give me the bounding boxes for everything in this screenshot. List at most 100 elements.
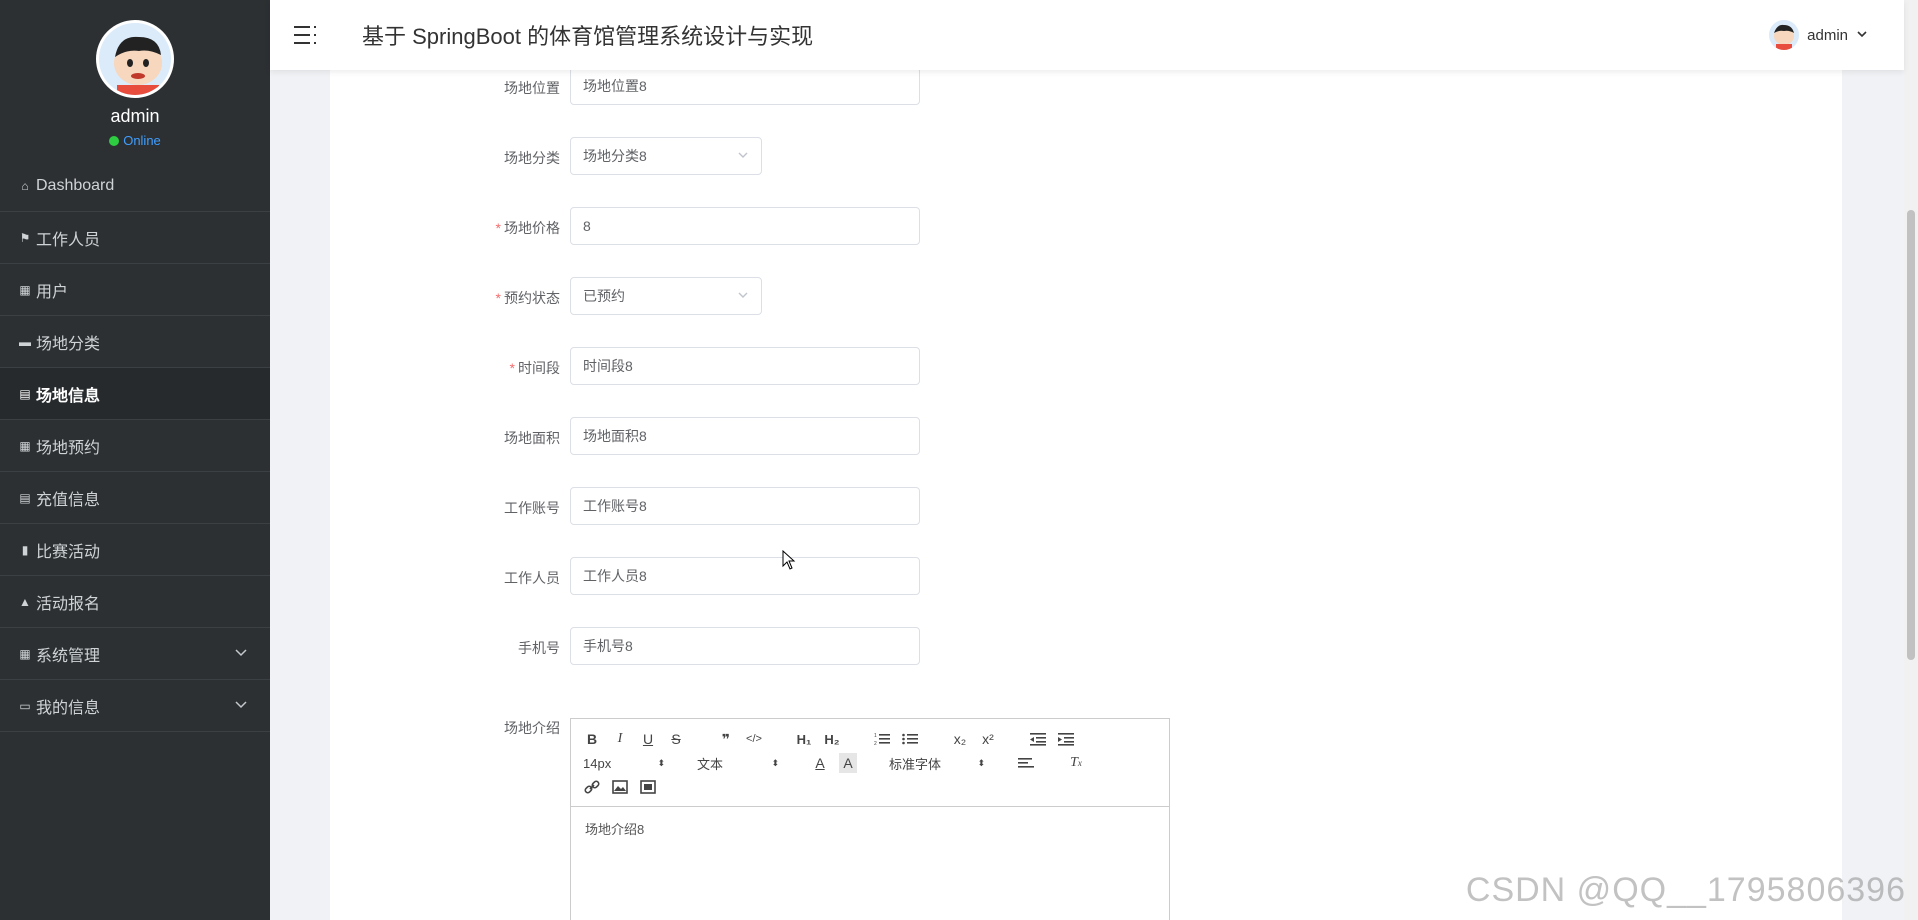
form-row-price: * 场地价格 8 <box>330 207 1842 247</box>
user-menu[interactable]: admin <box>1769 20 1868 50</box>
status-label: * 预约状态 <box>330 288 560 308</box>
bullet-list-icon[interactable] <box>901 729 919 749</box>
heading-2-icon[interactable]: H₂ <box>823 729 841 749</box>
form-row-staff-account: 工作账号 工作账号8 <box>330 487 1842 527</box>
link-icon[interactable] <box>583 777 601 797</box>
online-dot-icon <box>109 135 120 146</box>
required-mark: * <box>495 290 501 306</box>
clipboard-icon: ▤ <box>19 490 31 505</box>
editor-content[interactable]: 场地介绍8 <box>571 807 1169 850</box>
sidebar-item-recharge[interactable]: ▤ 充值信息 <box>0 472 270 524</box>
sidebar-item-dashboard[interactable]: ⌂ Dashboard <box>0 160 270 212</box>
main-content: 场地位置 场地位置8 场地分类 场地分类8 * 场地价格 8 * 预约状态 已预约 <box>270 67 1904 920</box>
sidebar-item-label: 比赛活动 <box>36 543 101 561</box>
font-family-select[interactable]: 标准字体 ⬍ <box>889 754 985 773</box>
sidebar-item-system[interactable]: ▦ 系统管理 <box>0 628 270 680</box>
sidebar-menu: ⌂ Dashboard ⚑ 工作人员 ▦ 用户 ▬ 场地分类 ▤ 场地信息 ▦ … <box>0 160 270 732</box>
sidebar-item-activity-signup[interactable]: ▲ 活动报名 <box>0 576 270 628</box>
image-icon[interactable] <box>611 777 629 797</box>
heading-1-icon[interactable]: H₁ <box>795 729 813 749</box>
italic-icon[interactable]: I <box>611 729 629 749</box>
sidebar: admin Online ⌂ Dashboard ⚑ 工作人员 ▦ 用户 ▬ 场… <box>0 0 270 920</box>
online-status: Online <box>0 133 270 148</box>
intro-label-text: 场地介绍 <box>504 720 560 736</box>
form-row-area: 场地面积 场地面积8 <box>330 417 1842 457</box>
status-select[interactable]: 已预约 <box>570 277 762 315</box>
subscript-icon[interactable]: x₂ <box>951 729 969 749</box>
menu-toggle-icon[interactable] <box>286 15 326 55</box>
form-row-status: * 预约状态 已预约 <box>330 277 1842 317</box>
phone-value: 手机号8 <box>583 638 633 654</box>
briefcase-icon: ▬ <box>19 334 31 349</box>
sidebar-item-staff[interactable]: ⚑ 工作人员 <box>0 212 270 264</box>
app-title: 基于 SpringBoot 的体育馆管理系统设计与实现 <box>362 24 814 49</box>
phone-input[interactable]: 手机号8 <box>570 627 920 665</box>
location-input[interactable]: 场地位置8 <box>570 67 920 105</box>
select-arrows-icon: ⬍ <box>771 757 779 768</box>
area-value: 场地面积8 <box>583 428 647 444</box>
page-scrollbar[interactable] <box>1904 0 1918 920</box>
category-label: 场地分类 <box>330 148 560 168</box>
bold-icon[interactable]: B <box>583 729 601 749</box>
sidebar-item-venue-info[interactable]: ▤ 场地信息 <box>0 368 270 420</box>
chevron-down-icon <box>737 289 749 304</box>
form-row-location: 场地位置 场地位置8 <box>330 67 1842 107</box>
grid-icon: ▦ <box>19 438 31 453</box>
time-slot-value: 时间段8 <box>583 358 633 374</box>
user-avatar <box>1769 20 1800 50</box>
staff-account-input[interactable]: 工作账号8 <box>570 487 920 525</box>
price-label-text: 场地价格 <box>504 220 560 236</box>
required-mark: * <box>509 360 515 376</box>
svg-text:1: 1 <box>874 733 877 739</box>
time-slot-label: * 时间段 <box>330 358 560 378</box>
price-input[interactable]: 8 <box>570 207 920 245</box>
outdent-icon[interactable] <box>1029 729 1047 749</box>
superscript-icon[interactable]: x² <box>979 729 997 749</box>
avatar[interactable] <box>96 20 174 98</box>
sidebar-item-my-info[interactable]: ▭ 我的信息 <box>0 680 270 732</box>
svg-text:2: 2 <box>874 741 877 746</box>
sidebar-item-label: 系统管理 <box>36 647 101 665</box>
font-color-icon[interactable]: A <box>811 753 829 773</box>
chevron-down-icon <box>234 698 248 717</box>
sidebar-item-competition[interactable]: ▮ 比赛活动 <box>0 524 270 576</box>
scrollbar-thumb[interactable] <box>1907 210 1915 660</box>
sidebar-item-label: 用户 <box>36 283 69 301</box>
category-value: 场地分类8 <box>583 148 647 164</box>
price-value: 8 <box>583 218 591 234</box>
status-label-text: 预约状态 <box>504 290 560 306</box>
form-card: 场地位置 场地位置8 场地分类 场地分类8 * 场地价格 8 * 预约状态 已预约 <box>330 67 1842 920</box>
strikethrough-icon[interactable]: S <box>667 729 685 749</box>
price-label: * 场地价格 <box>330 218 560 238</box>
align-icon[interactable] <box>1017 753 1035 773</box>
video-icon[interactable] <box>639 777 657 797</box>
underline-icon[interactable]: U <box>639 729 657 749</box>
indent-icon[interactable] <box>1057 729 1075 749</box>
toolbar-row-3 <box>583 775 1157 799</box>
background-color-icon[interactable]: A <box>839 753 857 773</box>
time-slot-input[interactable]: 时间段8 <box>570 347 920 385</box>
header-type-select[interactable]: 文本 ⬍ <box>697 754 779 773</box>
staff-name-label: 工作人员 <box>330 568 560 588</box>
blockquote-icon[interactable]: ❞ <box>717 729 735 749</box>
sidebar-item-venue-category[interactable]: ▬ 场地分类 <box>0 316 270 368</box>
sidebar-item-label: 场地信息 <box>36 387 101 405</box>
bar-chart-icon: ▮ <box>21 542 29 557</box>
sidebar-item-label: 活动报名 <box>36 595 101 613</box>
sidebar-item-label: 我的信息 <box>36 699 101 717</box>
category-select[interactable]: 场地分类8 <box>570 137 762 175</box>
chevron-down-icon <box>1856 27 1868 44</box>
staff-name-input[interactable]: 工作人员8 <box>570 557 920 595</box>
staff-account-label-text: 工作账号 <box>504 500 560 516</box>
clear-format-icon[interactable]: Tx <box>1067 753 1085 773</box>
sidebar-item-users[interactable]: ▦ 用户 <box>0 264 270 316</box>
area-input[interactable]: 场地面积8 <box>570 417 920 455</box>
sidebar-item-label: 场地分类 <box>36 335 101 353</box>
staff-account-label: 工作账号 <box>330 498 560 518</box>
phone-label: 手机号 <box>330 638 560 658</box>
sidebar-item-venue-booking[interactable]: ▦ 场地预约 <box>0 420 270 472</box>
font-size-select[interactable]: 14px ⬍ <box>583 756 665 771</box>
code-block-icon[interactable]: </> <box>745 729 763 749</box>
ordered-list-icon[interactable]: 12 <box>873 729 891 749</box>
form-row-phone: 手机号 手机号8 <box>330 627 1842 667</box>
